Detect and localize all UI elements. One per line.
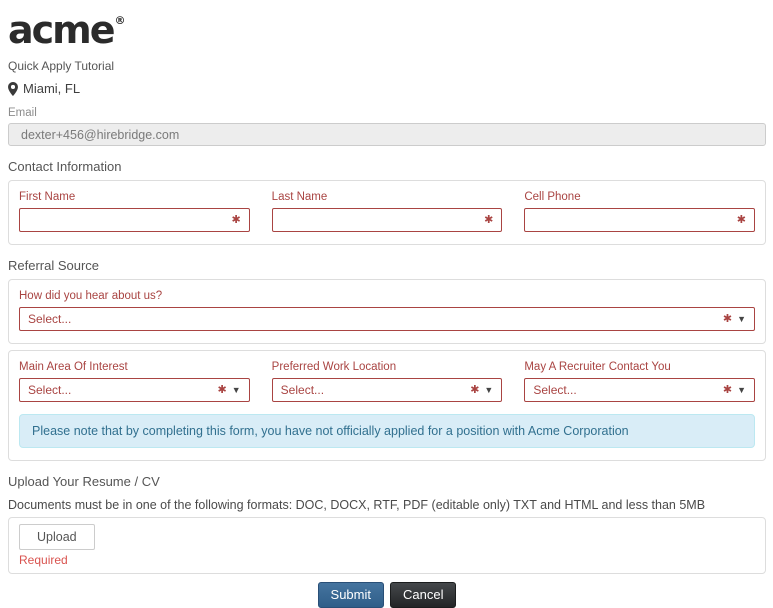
main-area-of-interest-selected-value: Select... <box>28 383 72 397</box>
contact-information-panel: First Name ✱ Last Name ✱ Cell Phone ✱ <box>8 180 766 245</box>
first-name-input[interactable]: ✱ <box>19 208 250 232</box>
recruiter-contact-label: May A Recruiter Contact You <box>524 361 671 373</box>
application-disclaimer-notice: Please note that by completing this form… <box>19 414 755 448</box>
hear-about-us-field-group: How did you hear about us? Select... ✱ ▼ <box>19 290 755 331</box>
contact-information-heading: Contact Information <box>8 159 122 174</box>
hear-about-us-select[interactable]: Select... ✱ ▼ <box>19 307 755 331</box>
required-icon: ✱ <box>470 383 480 396</box>
main-area-of-interest-label: Main Area Of Interest <box>19 361 128 373</box>
preferred-work-location-label: Preferred Work Location <box>271 361 397 373</box>
job-location-label: Miami, FL <box>23 81 81 96</box>
recruiter-contact-selected-value: Select... <box>533 383 577 397</box>
required-icon: ✱ <box>722 383 733 396</box>
preferences-panel: Main Area Of Interest Select... ✱ ▼ Pref… <box>8 350 766 461</box>
dropdown-arrow-icon: ▼ <box>484 384 494 395</box>
email-label: Email <box>8 107 37 119</box>
recruiter-contact-field-group: May A Recruiter Contact You Select... ✱ … <box>524 361 756 402</box>
hear-about-us-label: How did you hear about us? <box>19 290 163 302</box>
main-area-of-interest-select[interactable]: Select... ✱ ▼ <box>19 378 250 402</box>
last-name-label: Last Name <box>271 191 328 203</box>
required-icon: ✱ <box>217 383 227 396</box>
required-icon: ✱ <box>231 213 241 226</box>
preferred-work-location-selected-value: Select... <box>280 383 325 397</box>
last-name-input[interactable]: ✱ <box>271 208 503 232</box>
cell-phone-input[interactable]: ✱ <box>524 208 756 232</box>
acme-logo-text: acme <box>8 8 116 52</box>
dropdown-arrow-icon: ▼ <box>737 313 746 324</box>
required-icon: ✱ <box>484 213 494 226</box>
upload-required-note: Required <box>19 553 68 567</box>
first-name-field-group: First Name ✱ <box>19 191 250 232</box>
upload-format-instructions: Documents must be in one of the followin… <box>8 498 706 512</box>
recruiter-contact-select[interactable]: Select... ✱ ▼ <box>524 378 756 402</box>
main-area-of-interest-field-group: Main Area Of Interest Select... ✱ ▼ <box>19 361 250 402</box>
dropdown-arrow-icon: ▼ <box>231 384 241 395</box>
quick-apply-form: acme® Quick Apply Tutorial Miami, FL Ema… <box>0 0 773 608</box>
upload-panel: Upload Required <box>8 517 766 574</box>
email-field <box>8 123 766 146</box>
referral-source-panel: How did you hear about us? Select... ✱ ▼ <box>8 279 766 344</box>
submit-button[interactable]: Submit <box>317 582 384 608</box>
preferred-work-location-field-group: Preferred Work Location Select... ✱ ▼ <box>271 361 503 402</box>
referral-source-heading: Referral Source <box>8 258 100 273</box>
acme-logo: acme® <box>8 4 766 56</box>
registered-trademark-icon: ® <box>114 14 126 27</box>
upload-button[interactable]: Upload <box>19 524 95 550</box>
dropdown-arrow-icon: ▼ <box>737 384 747 395</box>
required-icon: ✱ <box>736 213 747 226</box>
first-name-label: First Name <box>19 191 76 203</box>
cell-phone-field-group: Cell Phone ✱ <box>524 191 756 232</box>
required-icon: ✱ <box>722 312 733 325</box>
preferred-work-location-select[interactable]: Select... ✱ ▼ <box>271 378 503 402</box>
form-actions: Submit Cancel <box>8 582 766 608</box>
last-name-field-group: Last Name ✱ <box>271 191 503 232</box>
location-pin-icon <box>8 81 18 96</box>
cancel-button[interactable]: Cancel <box>390 582 457 608</box>
job-location: Miami, FL <box>8 81 766 96</box>
hear-about-us-selected-value: Select... <box>28 312 72 326</box>
upload-resume-heading: Upload Your Resume / CV <box>8 474 160 489</box>
cell-phone-label: Cell Phone <box>524 191 581 203</box>
job-title: Quick Apply Tutorial <box>8 59 115 73</box>
